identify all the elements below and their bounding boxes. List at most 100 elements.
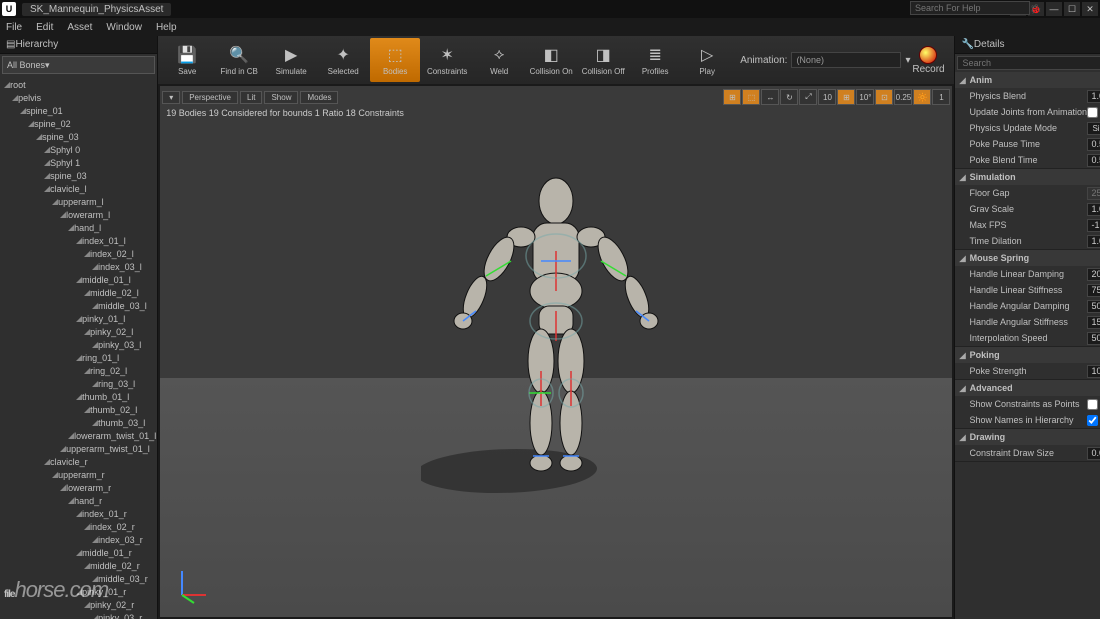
- tree-row[interactable]: ◢ lowerarm_l: [0, 208, 157, 221]
- tree-row[interactable]: ◢ index_02_r: [0, 520, 157, 533]
- property-checkbox[interactable]: [1087, 107, 1098, 118]
- toolbar-constraints-button[interactable]: ✶Constraints: [422, 38, 472, 82]
- viewport-snap[interactable]: ⊞: [837, 89, 855, 105]
- viewport-snap[interactable]: 10: [818, 89, 836, 105]
- bug-icon[interactable]: 🐞: [1028, 2, 1044, 16]
- toolbar-weld-button[interactable]: ⟡Weld: [474, 38, 524, 82]
- viewport-pill[interactable]: Lit: [240, 91, 262, 104]
- tree-row[interactable]: ◢ Sphyl 1: [0, 156, 157, 169]
- tree-row[interactable]: ◢ spine_03: [0, 130, 157, 143]
- tree-row[interactable]: ◢ upperarm_l: [0, 195, 157, 208]
- viewport-tool-icon[interactable]: ↻: [780, 89, 798, 105]
- property-checkbox[interactable]: [1087, 399, 1098, 410]
- viewport[interactable]: ▾PerspectiveLitShowModes ⊞⬚↔↻⤢10⊞10°⊡0.2…: [160, 86, 952, 617]
- tree-row[interactable]: ◢ ring_03_l: [0, 377, 157, 390]
- bone-tree[interactable]: ◢ root◢ pelvis◢ spine_01◢ spine_02◢ spin…: [0, 76, 157, 619]
- toolbar-save-button[interactable]: 💾Save: [162, 38, 212, 82]
- tree-row[interactable]: ◢ spine_03: [0, 169, 157, 182]
- property-input[interactable]: [1087, 447, 1100, 460]
- record-button[interactable]: Record: [912, 46, 944, 75]
- property-input[interactable]: [1087, 138, 1100, 151]
- tree-row[interactable]: ◢ middle_01_l: [0, 273, 157, 286]
- tree-row[interactable]: ◢ index_03_l: [0, 260, 157, 273]
- tree-row[interactable]: ◢ index_01_r: [0, 507, 157, 520]
- property-input[interactable]: [1087, 203, 1100, 216]
- tree-row[interactable]: ◢ hand_r: [0, 494, 157, 507]
- viewport-tool-icon[interactable]: ⤢: [799, 89, 817, 105]
- animation-input[interactable]: [791, 52, 901, 68]
- minimize-button[interactable]: —: [1046, 2, 1062, 16]
- details-tab[interactable]: 🔧 Details: [955, 36, 1100, 54]
- close-button[interactable]: ✕: [1082, 2, 1098, 16]
- viewport-snap[interactable]: 1: [932, 89, 950, 105]
- viewport-tool-icon[interactable]: ⬚: [742, 89, 760, 105]
- viewport-tool-icon[interactable]: ⊞: [723, 89, 741, 105]
- section-header[interactable]: ◢Simulation: [955, 169, 1100, 185]
- property-input[interactable]: [1087, 219, 1100, 232]
- tree-row[interactable]: ◢ pinky_03_r: [0, 611, 157, 619]
- menu-window[interactable]: Window: [106, 22, 142, 33]
- menu-asset[interactable]: Asset: [67, 22, 92, 33]
- property-checkbox[interactable]: [1087, 415, 1098, 426]
- tree-row[interactable]: ◢ pinky_03_l: [0, 338, 157, 351]
- hierarchy-tab[interactable]: ▤ Hierarchy: [0, 36, 157, 54]
- viewport-snap[interactable]: 0.25: [894, 89, 912, 105]
- toolbar-find-in-cb-button[interactable]: 🔍Find in CB: [214, 38, 264, 82]
- asset-tab[interactable]: SK_Mannequin_PhysicsAsset: [22, 3, 171, 16]
- toolbar-collision-off-button[interactable]: ◨Collision Off: [578, 38, 628, 82]
- tree-row[interactable]: ◢ root: [0, 78, 157, 91]
- tree-row[interactable]: ◢ thumb_01_l: [0, 390, 157, 403]
- tree-row[interactable]: ◢ middle_02_r: [0, 559, 157, 572]
- tree-row[interactable]: ◢ Sphyl 0: [0, 143, 157, 156]
- tree-row[interactable]: ◢ index_01_l: [0, 234, 157, 247]
- tree-row[interactable]: ◢ upperarm_twist_01_l: [0, 442, 157, 455]
- toolbar-profiles-button[interactable]: ≣Profiles: [630, 38, 680, 82]
- tree-row[interactable]: ◢ index_02_l: [0, 247, 157, 260]
- tree-row[interactable]: ◢ ring_01_l: [0, 351, 157, 364]
- tree-row[interactable]: ◢ thumb_02_l: [0, 403, 157, 416]
- toolbar-play-button[interactable]: ▷Play: [682, 38, 732, 82]
- toolbar-simulate-button[interactable]: ▶Simulate: [266, 38, 316, 82]
- property-input[interactable]: [1087, 235, 1100, 248]
- tree-row[interactable]: ◢ spine_01: [0, 104, 157, 117]
- property-input[interactable]: [1087, 154, 1100, 167]
- dropdown-icon[interactable]: ▾: [905, 55, 910, 66]
- tree-row[interactable]: ◢ pinky_01_l: [0, 312, 157, 325]
- section-header[interactable]: ◢Advanced: [955, 380, 1100, 396]
- tree-row[interactable]: ◢ hand_l: [0, 221, 157, 234]
- toolbar-collision-on-button[interactable]: ◧Collision On: [526, 38, 576, 82]
- toolbar-bodies-button[interactable]: ⬚Bodies: [370, 38, 420, 82]
- maximize-button[interactable]: ☐: [1064, 2, 1080, 16]
- menu-edit[interactable]: Edit: [36, 22, 53, 33]
- section-header[interactable]: ◢Poking: [955, 347, 1100, 363]
- viewport-tool-icon[interactable]: ↔: [761, 89, 779, 105]
- tree-row[interactable]: ◢ middle_02_l: [0, 286, 157, 299]
- viewport-pill[interactable]: Perspective: [182, 91, 238, 104]
- tree-row[interactable]: ◢ thumb_03_l: [0, 416, 157, 429]
- tree-row[interactable]: ◢ spine_02: [0, 117, 157, 130]
- property-input[interactable]: [1087, 316, 1100, 329]
- property-input[interactable]: [1087, 365, 1100, 378]
- toolbar-selected-button[interactable]: ✦Selected: [318, 38, 368, 82]
- tree-row[interactable]: ◢ pinky_02_l: [0, 325, 157, 338]
- help-search-input[interactable]: [910, 1, 1030, 15]
- tree-row[interactable]: ◢ clavicle_r: [0, 455, 157, 468]
- viewport-snap[interactable]: 10°: [856, 89, 874, 105]
- viewport-pill[interactable]: Modes: [300, 91, 338, 104]
- property-select[interactable]: Simulation Upates Component Transform: [1087, 122, 1100, 135]
- menu-help[interactable]: Help: [156, 22, 177, 33]
- tree-row[interactable]: ◢ upperarm_r: [0, 468, 157, 481]
- viewport-snap[interactable]: 🔆: [913, 89, 931, 105]
- property-input[interactable]: [1087, 284, 1100, 297]
- viewport-pill[interactable]: ▾: [162, 91, 180, 104]
- tree-row[interactable]: ◢ lowerarm_r: [0, 481, 157, 494]
- tree-row[interactable]: ◢ middle_01_r: [0, 546, 157, 559]
- tree-row[interactable]: ◢ pelvis: [0, 91, 157, 104]
- details-search-input[interactable]: [957, 56, 1100, 70]
- property-input[interactable]: [1087, 268, 1100, 281]
- tree-row[interactable]: ◢ lowerarm_twist_01_l: [0, 429, 157, 442]
- tree-row[interactable]: ◢ clavicle_l: [0, 182, 157, 195]
- property-input[interactable]: [1087, 90, 1100, 103]
- tree-row[interactable]: ◢ ring_02_l: [0, 364, 157, 377]
- bone-filter-dropdown[interactable]: All Bones▾: [2, 56, 155, 74]
